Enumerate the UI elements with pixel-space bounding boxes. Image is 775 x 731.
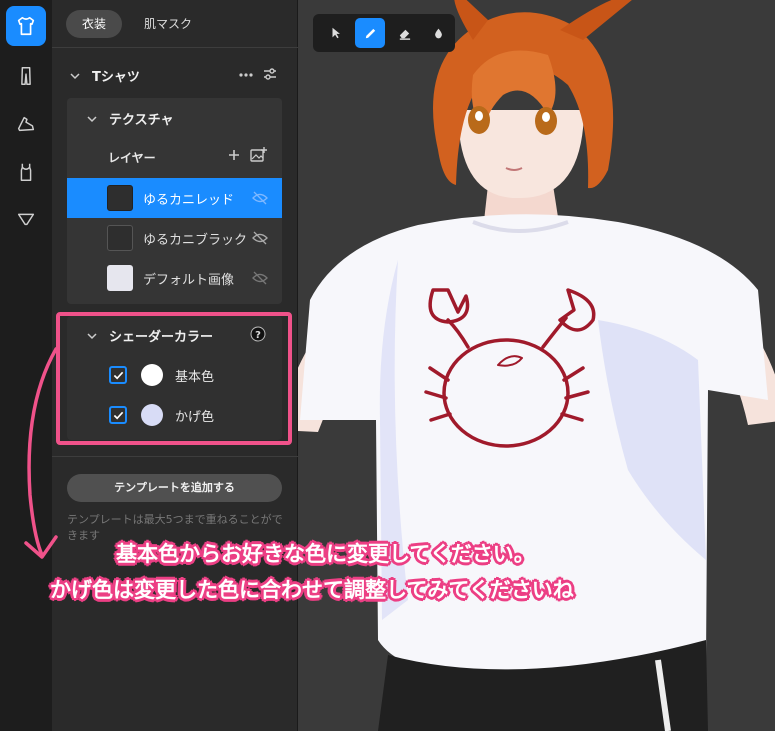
category-tshirt-button[interactable] [6,6,46,46]
divider [52,456,298,457]
shoe-icon [17,116,35,132]
layer-name: ゆるカニブラック [143,232,248,248]
layer-item[interactable]: デフォルト画像 [67,258,282,298]
texture-title: テクスチャ [109,113,174,128]
avatar-illustration [298,0,775,731]
add-template-button[interactable]: テンプレートを追加する [67,474,282,502]
avatar-viewport[interactable] [298,0,775,731]
divider [52,47,298,48]
pants-icon [21,67,31,85]
category-underwear-button[interactable] [6,198,46,238]
annotation-line-1: 基本色からお好きな色に変更してください。 [116,542,535,566]
category-pants-button[interactable] [6,56,46,96]
visibility-off-icon[interactable] [252,270,268,286]
settings-sliders-icon[interactable] [262,66,278,82]
underwear-icon [17,213,35,226]
add-layer-icon[interactable] [228,149,240,161]
pen-tool-button[interactable] [355,18,385,48]
layer-thumbnail [107,225,133,251]
layer-thumbnail [107,265,133,291]
tank-top-icon [20,163,32,181]
item-header[interactable]: Tシャツ [70,66,140,85]
texture-group: テクスチャ レイヤー ゆるカニレッド ゆるカニブラック デフォルト画像 [67,98,282,304]
visibility-off-icon[interactable] [252,190,268,206]
pen-icon [365,28,375,38]
visibility-off-icon[interactable] [252,230,268,246]
tshirt-icon [17,16,35,36]
shader-color-highlight [56,312,292,445]
drop-icon [434,28,442,38]
layer-item[interactable]: ゆるカニブラック [67,218,282,258]
more-icon[interactable] [238,68,254,82]
category-shoes-button[interactable] [6,104,46,144]
chevron-down-icon [87,115,97,122]
paint-toolbar [313,14,455,52]
add-image-icon[interactable] [250,147,267,162]
texture-header[interactable]: テクスチャ [87,109,173,128]
tab-costume[interactable]: 衣装 [66,10,123,38]
chevron-down-icon [70,72,80,79]
layer-item[interactable]: ゆるカニレッド [67,178,282,218]
layer-thumbnail [107,185,133,211]
fill-tool-button[interactable] [423,18,453,48]
eraser-tool-button[interactable] [389,18,419,48]
tab-skin-mask[interactable]: 肌マスク [128,10,208,38]
layer-header: レイヤー [108,151,156,165]
layer-name: ゆるカニレッド [143,192,235,208]
cursor-icon [332,27,340,39]
category-tank-top-button[interactable] [6,152,46,192]
item-title: Tシャツ [92,70,140,85]
arrow-icon [24,347,58,559]
panel-tabs: 衣装 肌マスク [66,10,208,38]
eraser-icon [399,29,410,40]
annotation-line-2: かげ色は変更した色に合わせて調整してみてくださいね [50,578,574,602]
layer-name: デフォルト画像 [143,272,235,288]
select-tool-button[interactable] [321,18,351,48]
